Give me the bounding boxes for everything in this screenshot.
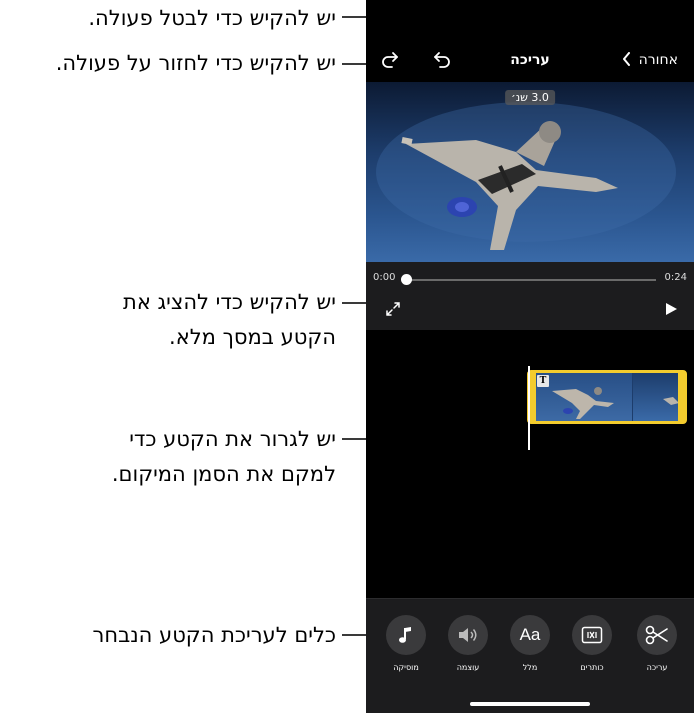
current-time: 0:00 [373,272,396,283]
drag-callout-line2: למקם את הסמן המיקום. [111,462,336,486]
play-icon[interactable] [664,302,678,316]
drag-callout-line1: יש לגרור את הקטע כדי [129,427,336,451]
fullscreen-callout-line1: יש להקיש כדי להציג את [123,290,336,314]
undo-icon[interactable] [428,48,454,74]
scissors-icon[interactable] [637,615,677,655]
clip-thumbnail [633,373,678,421]
thumbnail-skydiver-image [552,387,614,419]
page-title: עריכה [510,52,550,68]
video-preview[interactable]: 3.0 שנ׳ [366,82,694,262]
clip-thumbnail [536,373,632,421]
fullscreen-icon[interactable] [384,300,402,318]
tool-label: כותרים [580,663,604,672]
title-badge: T [537,375,549,387]
tool-label: מוסיקה [393,663,419,672]
tools-callout: כלים לעריכת הקטע הנבחר [92,623,336,647]
timeline[interactable]: T [366,330,694,598]
clip-duration-badge: 3.0 שנ׳ [505,90,555,105]
text-glyph: Aa [519,625,541,644]
music-icon[interactable] [386,615,426,655]
tool-label: מלל [522,663,538,672]
volume-icon[interactable] [448,615,488,655]
phone-screen: אחורה עריכה 3.0 שנ׳ 0:00 0:24 T עריכה כו… [366,0,694,713]
total-time: 0:24 [664,272,687,283]
thumbnail-skydiver-image [663,397,678,405]
fullscreen-callout-line2: הקטע במסך מלא. [169,325,336,349]
undo-callout: יש להקיש כדי לבטל פעולה. [88,6,336,30]
titles-icon[interactable] [572,615,612,655]
tool-music[interactable]: מוסיקה [378,615,434,672]
tool-edit[interactable]: עריכה [629,615,685,672]
tool-label: עריכה [646,663,668,672]
skydiver-image [376,102,676,250]
redo-icon[interactable] [378,48,404,74]
text-icon[interactable]: Aa [510,615,550,655]
home-indicator[interactable] [470,702,590,706]
scrubber-knob[interactable] [401,274,412,285]
edit-toolbar: עריכה כותרים Aa מלל עוצמה מוסיקה [366,598,694,713]
redo-callout: יש להקיש כדי לחזור על פעולה. [55,51,336,75]
tool-text[interactable]: Aa מלל [502,615,558,672]
playhead[interactable] [528,366,530,450]
video-clip[interactable]: T [527,370,687,424]
tool-label: עוצמה [456,663,480,672]
playback-controls: 0:00 0:24 [366,262,694,330]
scrubber-track[interactable] [404,279,656,281]
tool-titles[interactable]: כותרים [564,615,620,672]
tool-volume[interactable]: עוצמה [440,615,496,672]
